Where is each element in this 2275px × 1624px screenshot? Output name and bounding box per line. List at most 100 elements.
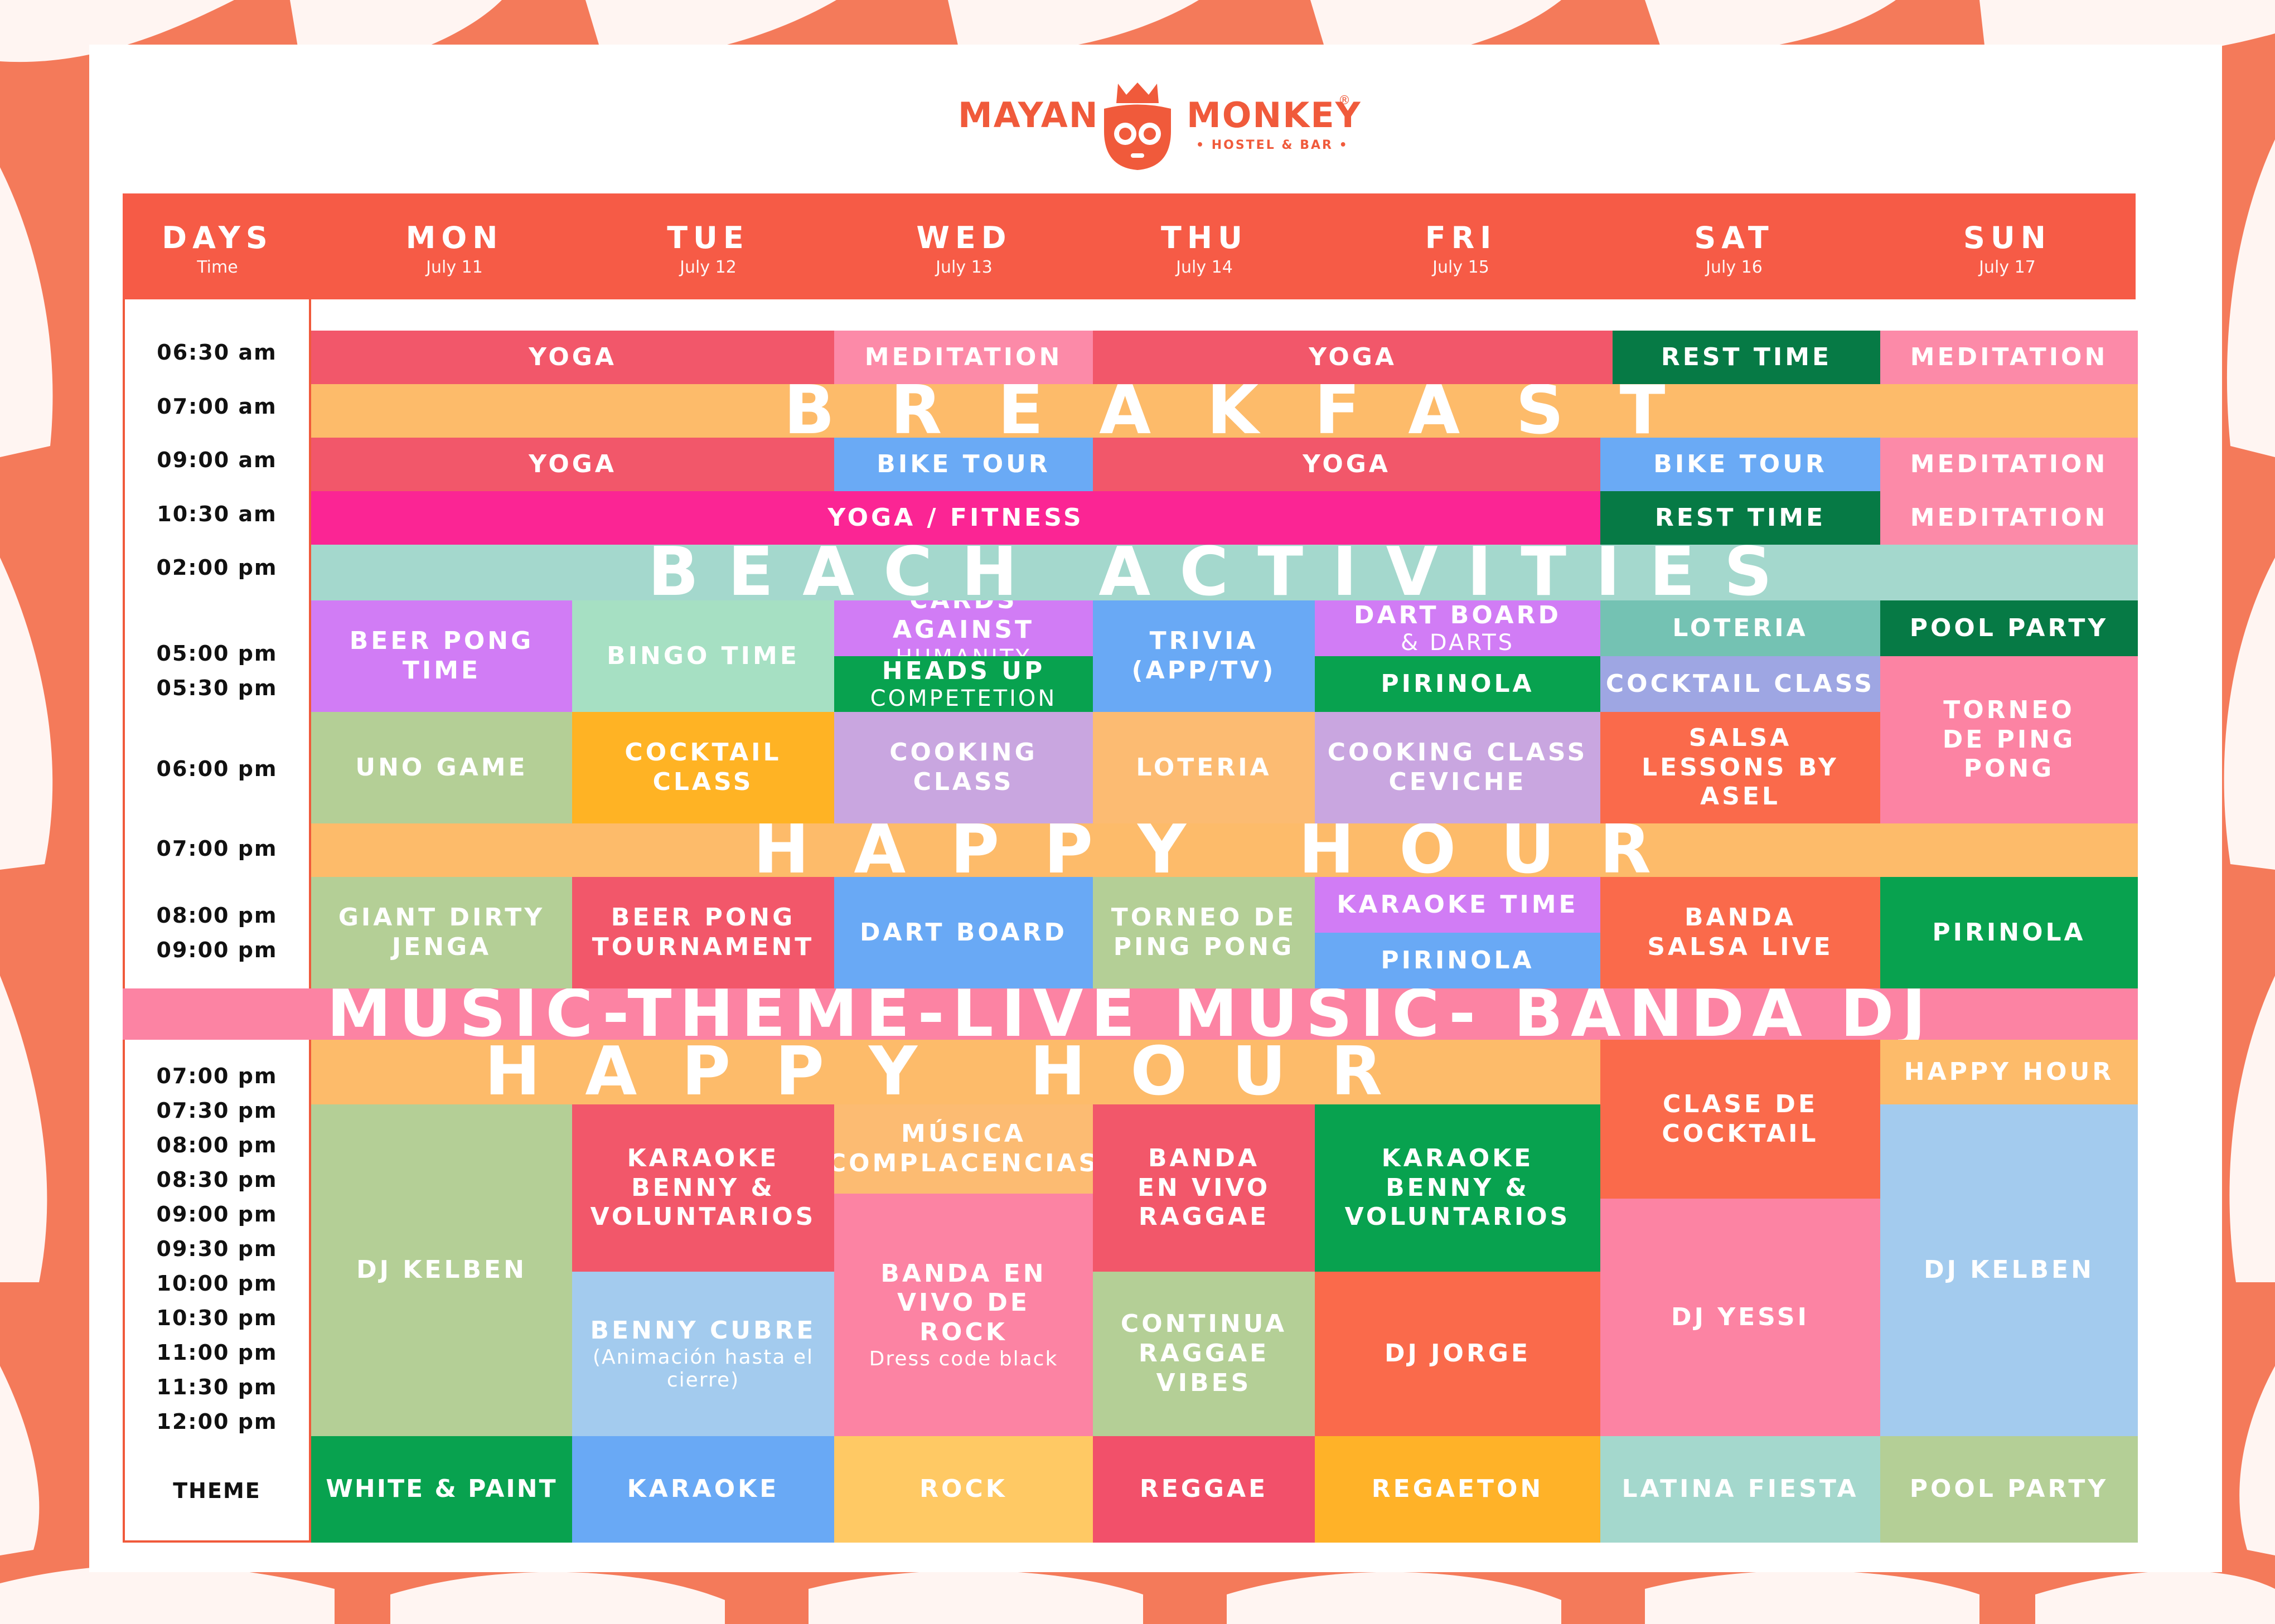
- activity-label: BEER PONG TOURNAMENT: [592, 903, 815, 961]
- activity-happy-hour: HAPPY HOUR: [1880, 1040, 2138, 1104]
- time-label: 07:00 pm: [156, 836, 278, 861]
- activity-pirinola: PIRINOLA: [1315, 933, 1600, 988]
- activity-label: LOTERIA: [1672, 613, 1808, 642]
- activity-beer-pong-time: BEER PONG TIME: [311, 600, 572, 712]
- activity-cocktail-class: COCKTAIL CLASS: [1600, 656, 1880, 712]
- time-label: 07:00 pm: [156, 1064, 278, 1088]
- time-label: 06:00 pm: [156, 757, 278, 781]
- time-label: 10:30 pm: [156, 1306, 278, 1330]
- activity-label: LOTERIA: [1136, 753, 1272, 782]
- activity-label: YOGA: [529, 342, 617, 371]
- activity-label: DJ KELBEN: [356, 1255, 527, 1284]
- brand-name-left: MAYAN: [958, 95, 1099, 135]
- activity-dart-board-darts: DART BOARD & DARTS: [1315, 600, 1600, 656]
- time-label: 09:00 pm: [156, 1202, 278, 1227]
- activity-meditation: MEDITATION: [1880, 331, 2138, 384]
- time-label: 06:30 am: [157, 340, 277, 365]
- day-name: FRI: [1425, 220, 1497, 255]
- activity-label: CARDS AGAINST: [892, 600, 1035, 644]
- day-header-fri: FRI July 15: [1316, 193, 1606, 299]
- activity-happy-hour: HAPPY HOUR: [311, 1040, 1600, 1104]
- activity-label: MEDITATION: [1910, 449, 2108, 478]
- activity-label: TORNEO DE PING PONG: [1111, 903, 1297, 961]
- activity-label: HAPPY HOUR: [1904, 1057, 2114, 1086]
- activity-sublabel: Dress code black: [869, 1347, 1058, 1370]
- brand-name-right: MONKEY: [1187, 95, 1362, 135]
- activity-meditation: MEDITATION: [1880, 491, 2138, 545]
- time-label: Time: [197, 258, 238, 277]
- activity-label: BENNY CUBRE: [590, 1316, 816, 1345]
- activity-label: BEER PONG TIME: [349, 627, 534, 685]
- time-label: 08:30 pm: [156, 1167, 278, 1192]
- activity-label: CEVICHE: [1388, 768, 1527, 796]
- day-header-wed: WED July 13: [834, 193, 1094, 299]
- activity-giant-dirty-jenga: GIANT DIRTY JENGA: [311, 877, 572, 988]
- activity-torneo-ping-pong: TORNEO DE PING PONG: [1880, 656, 2138, 823]
- time-label: 08:00 pm: [156, 903, 278, 928]
- activity-label: UNO GAME: [355, 753, 528, 782]
- day-name: MON: [405, 220, 504, 255]
- activity-dj-kelben: DJ KELBEN: [311, 1104, 572, 1436]
- activity-label: CLASE DE COCKTAIL: [1662, 1089, 1819, 1148]
- activity-cooking-class: COOKING CLASS: [834, 712, 1093, 823]
- activity-happy-hour: HAPPY HOUR: [311, 823, 2138, 877]
- activity-trivia: TRIVIA (APP/TV): [1093, 600, 1315, 712]
- activity-label: GIANT DIRTY JENGA: [338, 903, 545, 961]
- activity-label: BANDA EN VIVO DE ROCK: [880, 1259, 1047, 1347]
- theme-label: REGGAE: [1139, 1475, 1269, 1504]
- activity-yoga: YOGA: [311, 438, 834, 491]
- theme-thursday: REGGAE: [1093, 1436, 1315, 1543]
- day-date: July 12: [680, 258, 737, 277]
- activity-banda-raggae: BANDA EN VIVO RAGGAE: [1093, 1104, 1315, 1272]
- day-header-sat: SAT July 16: [1600, 193, 1868, 299]
- activity-sublabel: & DARTS: [1400, 630, 1515, 656]
- time-label: 11:30 pm: [156, 1375, 278, 1399]
- theme-saturday: LATINA FIESTA: [1600, 1436, 1880, 1543]
- activity-karaoke-time: KARAOKE TIME: [1315, 877, 1600, 933]
- activity-label: PIRINOLA: [1381, 669, 1535, 698]
- activity-label: REST TIME: [1654, 503, 1826, 532]
- activity-label: DJ JORGE: [1384, 1339, 1531, 1368]
- activity-dj-yessi: DJ YESSI: [1600, 1199, 1880, 1436]
- brand-tagline: • HOSTEL & BAR •: [1196, 138, 1349, 152]
- time-label: 10:00 pm: [156, 1271, 278, 1296]
- activity-label: HEADS UP: [882, 656, 1045, 685]
- activity-bike-tour: BIKE TOUR: [1600, 438, 1880, 491]
- activity-benny-cubre: BENNY CUBRE (Animación hasta el cierre): [572, 1272, 834, 1436]
- activity-label: SALSA LESSONS BY ASEL: [1642, 723, 1839, 811]
- activity-label: COOKING CLASS: [889, 738, 1038, 796]
- activity-salsa-lessons: SALSA LESSONS BY ASEL: [1600, 712, 1880, 823]
- activity-rest-time: REST TIME: [1600, 491, 1880, 545]
- activity-label: MEDITATION: [1910, 503, 2108, 532]
- activity-breakfast: BREAKFAST: [311, 384, 2138, 438]
- activity-label: BREAKFAST: [783, 384, 1721, 438]
- activity-label: YOGA: [1309, 342, 1397, 371]
- activity-bingo-time: BINGO TIME: [572, 600, 834, 712]
- day-header-tue: TUE July 12: [577, 193, 839, 299]
- activity-sublabel: COMPETETION: [870, 686, 1057, 712]
- brand-logo: MAYAN MONKEY ® • HOSTEL & BAR •: [0, 78, 2275, 190]
- activity-label: COOKING CLASS: [1327, 738, 1588, 767]
- activity-yoga: YOGA: [311, 331, 834, 384]
- day-name: SUN: [1963, 220, 2051, 255]
- activity-karaoke-benny: KARAOKE BENNY & VOLUNTARIOS: [572, 1104, 834, 1272]
- day-header-thu: THU July 14: [1093, 193, 1316, 299]
- time-label: 10:30 am: [157, 502, 277, 526]
- monkey-logo-icon: [1104, 83, 1171, 170]
- activity-label: COCKTAIL CLASS: [1605, 669, 1875, 698]
- theme-friday: REGAETON: [1315, 1436, 1600, 1543]
- time-label: 02:00 pm: [156, 555, 278, 580]
- theme-monday: WHITE & PAINT: [311, 1436, 572, 1543]
- activity-label: DART BOARD: [1353, 600, 1562, 629]
- activity-cooking-class-ceviche: COOKING CLASS CEVICHE: [1315, 712, 1600, 823]
- activity-pirinola: PIRINOLA: [1315, 656, 1600, 712]
- activity-bike-tour: BIKE TOUR: [834, 438, 1093, 491]
- activity-continua-raggae: CONTINUA RAGGAE VIBES: [1093, 1272, 1315, 1436]
- activity-beach-activities: BEACH ACTIVITIES: [311, 545, 2138, 600]
- activity-label: BEACH ACTIVITIES: [647, 545, 1802, 600]
- activity-label: MEDITATION: [1910, 342, 2108, 371]
- time-label: 08:00 pm: [156, 1133, 278, 1157]
- activity-banda-salsa-live: BANDA SALSA LIVE: [1600, 877, 1880, 988]
- activity-label: DJ YESSI: [1671, 1302, 1809, 1331]
- day-name: TUE: [667, 220, 749, 255]
